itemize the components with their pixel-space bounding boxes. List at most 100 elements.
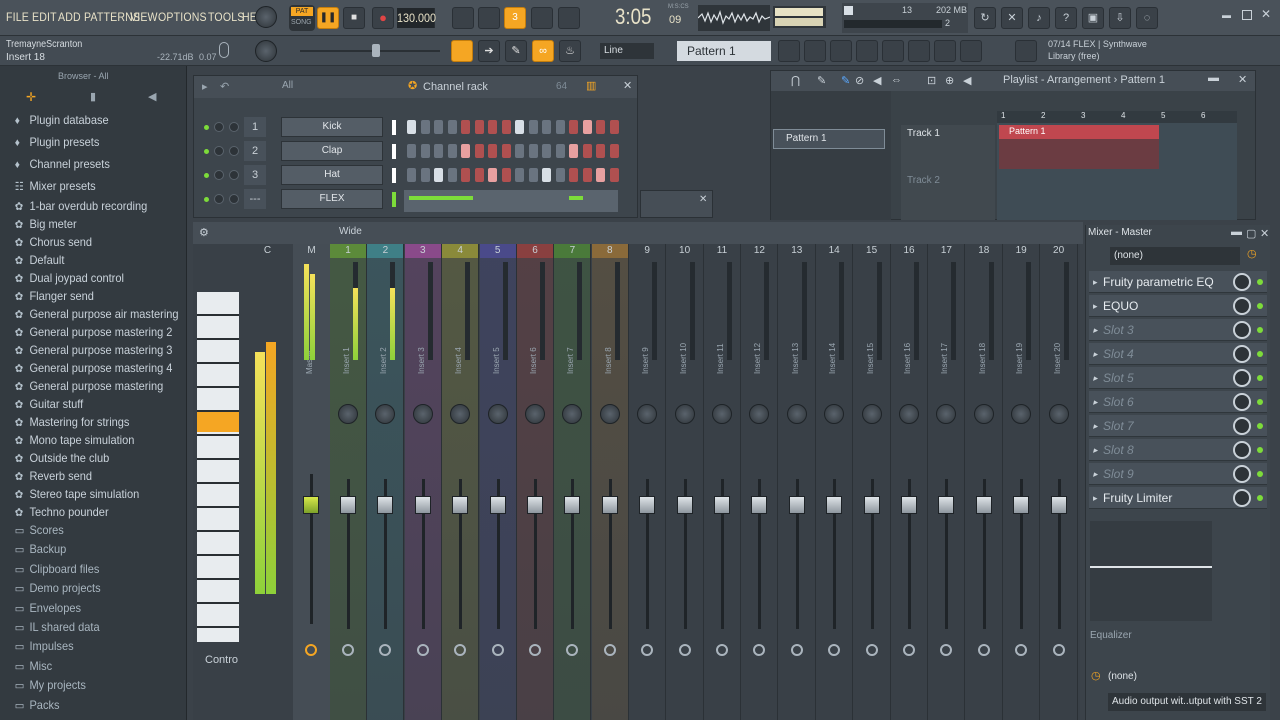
menu-file[interactable]: FILE [6,10,29,24]
snap-link-icon[interactable]: ∞ [532,40,554,62]
step-button[interactable] [609,120,619,134]
metronome-button[interactable] [452,7,474,29]
mixer-strip-insert[interactable]: 1 Insert 1 [330,244,367,720]
slot-enable-led[interactable] [1257,447,1263,453]
rack-arrow-icon[interactable]: ▸ [202,80,208,93]
step-button[interactable] [488,168,497,182]
step-button[interactable] [609,144,619,158]
step-button[interactable] [488,120,497,134]
menu-add[interactable]: ADD [58,10,81,24]
channel-vol-knob[interactable] [229,146,239,156]
pan-knob[interactable] [525,404,545,424]
pan-knob[interactable] [973,404,994,424]
routing-ring[interactable] [416,644,429,656]
step-button[interactable] [407,168,416,182]
mixer-tools-icon[interactable]: ⚙ [199,226,209,239]
pan-knob[interactable] [712,404,732,424]
slot-mix-knob[interactable] [1233,369,1251,387]
step-button[interactable] [582,120,592,134]
step-button[interactable] [461,168,470,182]
mixer-preset-item[interactable]: ✿ General purpose mastering 4 [0,359,173,377]
step-button[interactable] [542,120,551,134]
slot-mix-knob[interactable] [1233,393,1251,411]
channel-row[interactable]: 2 Clap [194,141,634,163]
mixer-preset-item[interactable]: ✿ Guitar stuff [0,395,172,413]
draw-tool-icon[interactable]: ✎ [817,74,826,87]
input-select[interactable]: (none) [1110,247,1240,265]
step-button[interactable] [447,120,457,134]
menu-options[interactable]: OPTIONS [158,10,207,24]
volume-fader[interactable] [340,496,356,514]
slot-enable-led[interactable] [1257,375,1263,381]
mixer-strip-insert[interactable]: 12 Insert 12 [741,244,779,720]
effect-slot[interactable]: ▸ Slot 5 [1089,367,1267,389]
channel-pan-knob[interactable] [214,170,224,180]
mixer-minimize-icon[interactable]: ▬ [1231,226,1242,238]
pattern-song-toggle[interactable]: PAT SONG [289,5,315,31]
channel-name-button[interactable]: FLEX [281,189,383,209]
step-button[interactable] [582,144,592,158]
eq-display[interactable] [1090,521,1212,621]
pan-knob[interactable] [861,404,882,424]
browser-folder[interactable]: ▭ Impulses [0,637,172,656]
arrangement-grid[interactable]: 1 2 3 4 5 6 Pattern 1 [997,111,1237,220]
browser-window-icon[interactable] [908,40,930,62]
step-button[interactable] [461,120,470,134]
volume-fader[interactable] [527,496,543,514]
volume-fader[interactable] [901,496,917,514]
pattern-clip[interactable]: Pattern 1 [999,125,1159,169]
step-button[interactable] [474,168,484,182]
speaker-icon[interactable]: ◀ [148,90,156,103]
step-button[interactable] [528,168,538,182]
channel-settings-icon[interactable] [882,40,904,62]
reset-icon[interactable]: ↻ [974,7,996,29]
piano-roll-window-icon[interactable] [804,40,826,62]
slot-mix-knob[interactable] [1233,441,1251,459]
step-button[interactable] [555,144,565,158]
step-button[interactable] [434,144,443,158]
step-button[interactable] [420,144,430,158]
menu-view[interactable]: VIEW [130,10,158,24]
mixer-strip-current[interactable]: C [249,244,286,720]
pan-knob[interactable] [338,404,358,424]
step-button[interactable] [596,168,605,182]
mixer-strip-insert[interactable]: 8 Insert 8 [591,244,629,720]
mixer-preset-item[interactable]: ✿ Dual joypad control [0,269,172,287]
browser-item[interactable]: ♦ Plugin database [0,109,172,131]
step-button[interactable] [542,144,551,158]
channel-mixer-track[interactable]: 3 [244,165,266,185]
mixer-strip-master[interactable]: M Master [293,244,330,720]
routing-ring[interactable] [603,644,616,656]
mixer-strip-insert[interactable]: 16 Insert 16 [891,244,928,720]
step-button[interactable] [542,168,551,182]
playlist-close-icon[interactable]: ✕ [1238,73,1247,86]
routing-ring[interactable] [716,644,728,656]
playback-tool-icon[interactable]: ◀ [963,74,971,87]
minimize-app-icon[interactable]: ▬ [1222,10,1232,20]
browser-item[interactable]: ♦ Plugin presets [0,131,172,153]
effect-slot[interactable]: ▸ Fruity Limiter [1089,487,1267,509]
routing-ring[interactable] [342,644,354,656]
snap-select[interactable]: Line [600,43,654,59]
step-button[interactable] [420,120,430,134]
routing-ring[interactable] [865,644,878,656]
step-button[interactable] [515,144,524,158]
mixer-preset-item[interactable]: ✿ General purpose air mastering [0,305,179,323]
pencil-icon[interactable]: ✎ [505,40,527,62]
channel-select-bar[interactable] [392,168,396,183]
mixer-strip-insert[interactable]: 2 Insert 2 [367,244,405,720]
routing-ring[interactable] [977,644,990,656]
step-button[interactable] [447,168,457,182]
routing-ring[interactable] [828,644,841,656]
tempo-tapper-icon[interactable] [960,40,982,62]
slot-enable-led[interactable] [1257,471,1263,477]
volume-fader[interactable] [452,496,469,514]
mute-tool-icon[interactable]: ◀ [873,74,881,87]
mixer-preset-item[interactable]: ✿ Chorus send [0,233,172,251]
slot-enable-led[interactable] [1257,327,1263,333]
step-button[interactable] [555,168,565,182]
step-button[interactable] [501,144,511,158]
volume-fader[interactable] [751,496,768,514]
menu-edit[interactable]: EDIT [32,10,57,24]
step-button[interactable] [569,168,578,182]
